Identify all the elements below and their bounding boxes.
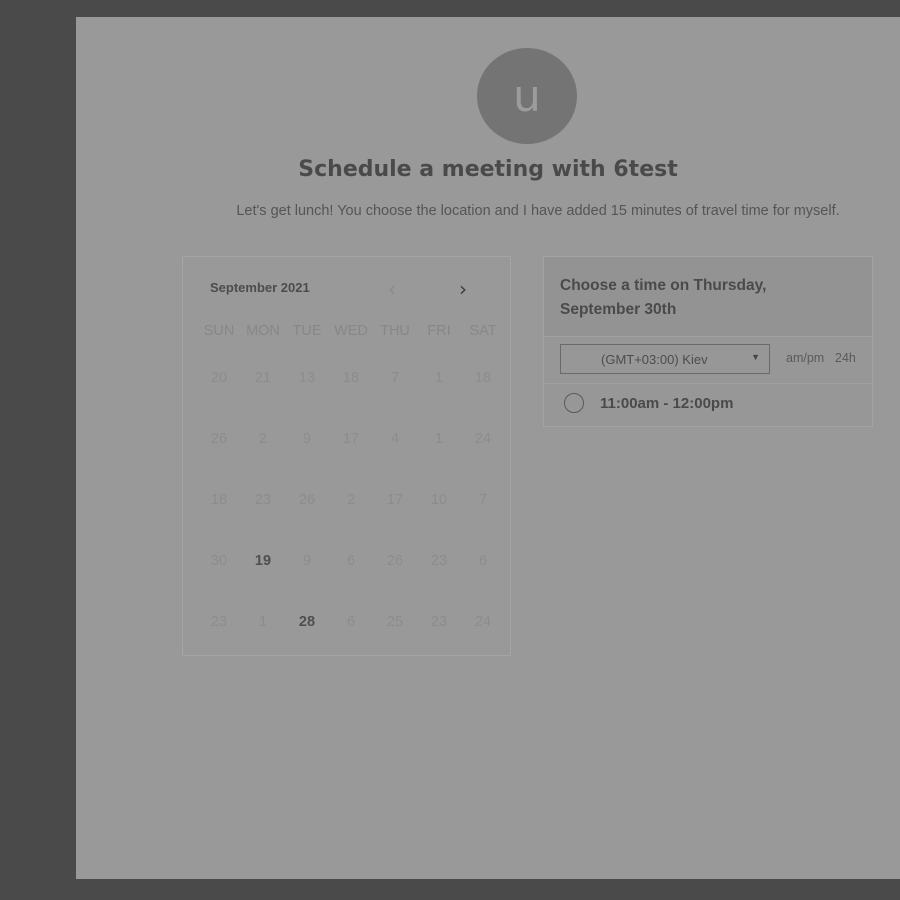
scheduling-page: u Schedule a meeting with 6test Let's ge…	[76, 17, 900, 879]
chevron-left-icon[interactable]: ‹	[388, 279, 396, 299]
calendar-day[interactable]: 24	[461, 431, 505, 447]
time-slot-option[interactable]: 11:00am - 12:00pm	[564, 393, 733, 413]
calendar-week: 30 19 9 6 26 23 6	[197, 553, 505, 569]
calendar-day[interactable]: 23	[197, 614, 241, 630]
chevron-right-icon[interactable]: ›	[459, 279, 467, 299]
calendar-day[interactable]: 9	[285, 431, 329, 447]
calendar-day[interactable]: 18	[461, 370, 505, 386]
calendar-day[interactable]: 21	[241, 370, 285, 386]
weekday-thu: THU	[380, 323, 410, 339]
calendar-day[interactable]: 17	[373, 492, 417, 508]
calendar-day[interactable]: 23	[417, 614, 461, 630]
calendar-day[interactable]: 18	[197, 492, 241, 508]
calendar-day[interactable]: 20	[197, 370, 241, 386]
weekday-tue: TUE	[292, 323, 322, 339]
weekday-header: SUN MON TUE WED THU FRI SAT	[197, 323, 505, 339]
timezone-value: (GMT+03:00) Kiev	[601, 352, 708, 367]
calendar-day[interactable]: 23	[241, 492, 285, 508]
weekday-sat: SAT	[469, 323, 497, 339]
time-slot-label: 11:00am - 12:00pm	[600, 394, 734, 412]
calendar-day[interactable]: 30	[197, 553, 241, 569]
calendar-week: 20 21 13 18 7 1 18	[197, 370, 505, 386]
calendar-day[interactable]: 2	[329, 492, 373, 508]
time-selection-panel: Choose a time on Thursday, September 30t…	[543, 256, 873, 427]
calendar-day[interactable]: 4	[373, 431, 417, 447]
calendar-day[interactable]: 23	[417, 553, 461, 569]
weekday-sun: SUN	[203, 323, 235, 339]
time-panel-header: Choose a time on Thursday, September 30t…	[544, 257, 872, 337]
calendar-day[interactable]: 25	[373, 614, 417, 630]
calendar-day[interactable]: 26	[197, 431, 241, 447]
calendar-week: 23 1 28 6 25 23 24	[197, 614, 505, 630]
calendar-day[interactable]: 9	[285, 553, 329, 569]
calendar-day[interactable]: 6	[461, 553, 505, 569]
calendar-day[interactable]: 10	[417, 492, 461, 508]
calendar-day[interactable]: 7	[461, 492, 505, 508]
time-panel-title: Choose a time on Thursday, September 30t…	[560, 277, 767, 318]
weekday-mon: MON	[246, 323, 280, 339]
divider	[544, 383, 872, 384]
calendar-week: 26 2 9 17 4 1 24	[197, 431, 505, 447]
calendar-day[interactable]: 17	[329, 431, 373, 447]
calendar-day[interactable]: 26	[373, 553, 417, 569]
calendar-month-label: September 2021	[210, 280, 310, 295]
avatar-letter: u	[513, 70, 541, 122]
radio-button[interactable]	[564, 393, 584, 413]
weekday-fri: FRI	[427, 323, 451, 339]
caret-down-icon: ▼	[751, 352, 760, 362]
calendar-day[interactable]: 18	[329, 370, 373, 386]
timezone-select[interactable]: (GMT+03:00) Kiev ▼	[560, 344, 770, 374]
format-24h-toggle[interactable]: 24h	[835, 351, 856, 365]
calendar-day[interactable]: 26	[285, 492, 329, 508]
calendar-day[interactable]: 13	[285, 370, 329, 386]
avatar: u	[477, 48, 577, 144]
weekday-wed: WED	[334, 323, 368, 339]
calendar: September 2021 ‹ › SUN MON TUE WED THU F…	[182, 256, 511, 656]
page-title: Schedule a meeting with 6test	[298, 157, 678, 182]
format-ampm-toggle[interactable]: am/pm	[786, 351, 824, 365]
calendar-week: 18 23 26 2 17 10 7	[197, 492, 505, 508]
calendar-day[interactable]: 6	[329, 614, 373, 630]
calendar-day[interactable]: 1	[417, 431, 461, 447]
page-description: Let's get lunch! You choose the location…	[236, 203, 840, 219]
calendar-day[interactable]: 1	[241, 614, 285, 630]
calendar-day-available[interactable]: 28	[285, 614, 329, 630]
calendar-day[interactable]: 24	[461, 614, 505, 630]
calendar-day[interactable]: 6	[329, 553, 373, 569]
calendar-day-available[interactable]: 19	[241, 553, 285, 569]
calendar-day[interactable]: 2	[241, 431, 285, 447]
calendar-day[interactable]: 1	[417, 370, 461, 386]
calendar-day[interactable]: 7	[373, 370, 417, 386]
